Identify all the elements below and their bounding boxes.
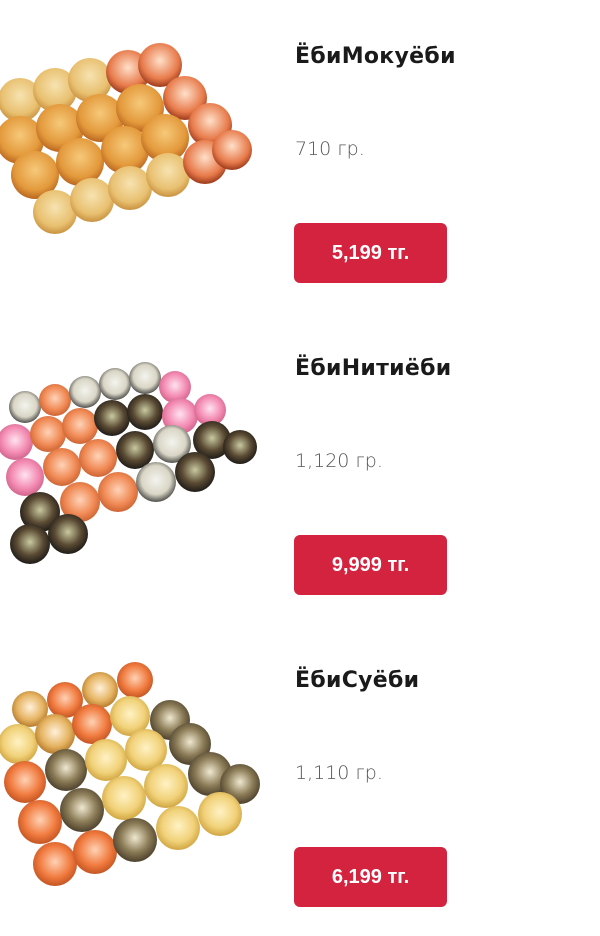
product-weight: 710 гр. [295,138,365,160]
product-title[interactable]: ЁбиНитиёби [295,356,452,381]
product-weight: 1,110 гр. [295,762,383,784]
sushi-set-image[interactable] [0,0,275,290]
sushi-set-baked-rolls-image [0,43,252,234]
sushi-set-mixed-rolls-image [0,362,257,564]
product-weight: 1,120 гр. [295,450,383,472]
product-card: ЁбиМокуёби 710 гр. 5,199 тг. [0,0,600,312]
product-title[interactable]: ЁбиСуёби [295,668,419,693]
sushi-set-image[interactable] [0,312,275,602]
price-button[interactable]: 5,199 тг. [294,223,447,283]
product-card: ЁбиНитиёби 1,120 гр. 9,999 тг. [0,312,600,624]
price-button[interactable]: 6,199 тг. [294,847,447,907]
product-card: ЁбиСуёби 1,110 гр. 6,199 тг. [0,624,600,936]
sushi-set-image[interactable] [0,624,275,914]
product-title[interactable]: ЁбиМокуёби [295,44,456,69]
sushi-set-assorted-rolls-image [0,662,260,886]
price-button[interactable]: 9,999 тг. [294,535,447,595]
